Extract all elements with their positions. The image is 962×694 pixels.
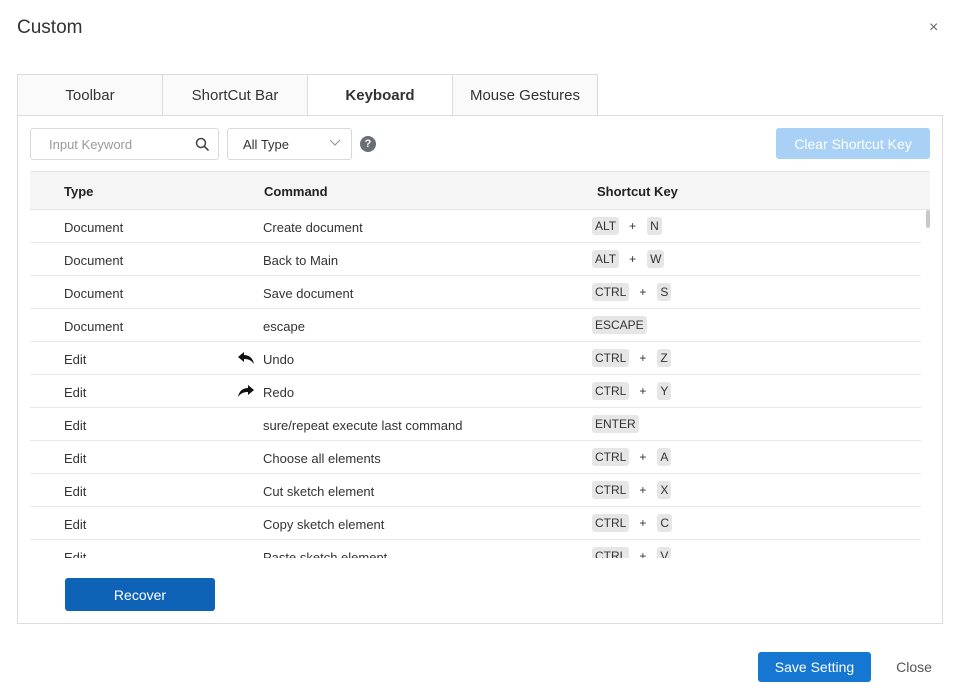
key-badge: CTRL bbox=[592, 349, 630, 367]
shortcut-keys[interactable]: CTRL + S bbox=[592, 282, 672, 302]
key-badge: CTRL bbox=[592, 547, 630, 558]
table-row[interactable]: Document Create document ALT + N bbox=[30, 210, 921, 243]
recover-button[interactable]: Recover bbox=[65, 578, 215, 611]
key-badge: Y bbox=[657, 382, 672, 400]
header-type: Type bbox=[64, 184, 94, 199]
search-box bbox=[30, 128, 219, 160]
key-badge: CTRL bbox=[592, 382, 630, 400]
plus-separator: + bbox=[639, 483, 647, 497]
key-badge: S bbox=[657, 283, 672, 301]
table-row[interactable]: Edit sure/repeat execute last command ENTE… bbox=[30, 408, 921, 441]
row-type: Edit bbox=[64, 517, 87, 532]
key-badge: C bbox=[657, 514, 673, 532]
plus-separator: + bbox=[639, 351, 647, 365]
shortcut-keys[interactable]: CTRL + X bbox=[592, 480, 672, 500]
row-type: Document bbox=[64, 319, 124, 334]
header-shortcut: Shortcut Key bbox=[597, 184, 678, 199]
row-command: Back to Main bbox=[263, 253, 339, 268]
type-select[interactable]: All Type bbox=[227, 128, 352, 160]
key-badge: CTRL bbox=[592, 481, 630, 499]
search-input[interactable] bbox=[31, 129, 209, 159]
key-badge: X bbox=[657, 481, 672, 499]
plus-separator: + bbox=[639, 384, 647, 398]
plus-separator: + bbox=[629, 219, 637, 233]
row-command: Save document bbox=[263, 286, 354, 301]
row-command: Paste sketch element bbox=[263, 550, 388, 558]
header-command: Command bbox=[264, 184, 328, 199]
tab-shortcut-bar[interactable]: ShortCut Bar bbox=[162, 74, 308, 115]
type-select-value: All Type bbox=[243, 137, 290, 152]
plus-separator: + bbox=[639, 549, 647, 558]
shortcut-keys[interactable]: CTRL + A bbox=[592, 447, 672, 467]
tab-toolbar[interactable]: Toolbar bbox=[17, 74, 163, 115]
search-icon[interactable] bbox=[195, 137, 209, 151]
row-command: Choose all elements bbox=[263, 451, 381, 466]
row-command: Cut sketch element bbox=[263, 484, 375, 499]
chevron-down-icon bbox=[329, 139, 341, 146]
key-badge: ALT bbox=[592, 217, 620, 235]
table-row[interactable]: Edit Choose all elements CTRL + A bbox=[30, 441, 921, 474]
row-type: Edit bbox=[64, 418, 87, 433]
dialog-title: Custom bbox=[17, 17, 83, 38]
table-row[interactable]: Edit Undo CTRL + Z bbox=[30, 342, 921, 375]
table-row[interactable]: Edit Copy sketch element CTRL + C bbox=[30, 507, 921, 540]
row-type: Document bbox=[64, 220, 124, 235]
shortcut-keys[interactable]: ALT + N bbox=[592, 216, 662, 236]
row-type: Edit bbox=[64, 550, 87, 558]
row-command: escape bbox=[263, 319, 305, 334]
close-button[interactable]: Close bbox=[884, 652, 944, 682]
table-row[interactable]: Document escape ESCAPE bbox=[30, 309, 921, 342]
key-badge: CTRL bbox=[592, 283, 630, 301]
key-badge: N bbox=[647, 217, 662, 235]
key-badge: V bbox=[657, 547, 672, 558]
row-command: Undo bbox=[263, 352, 295, 367]
tab-keyboard[interactable]: Keyboard bbox=[307, 74, 453, 116]
row-type: Edit bbox=[64, 484, 87, 499]
help-icon[interactable]: ? bbox=[360, 136, 376, 152]
row-command: Create document bbox=[263, 220, 363, 235]
shortcut-keys[interactable]: ALT + W bbox=[592, 249, 665, 269]
plus-separator: + bbox=[629, 252, 637, 266]
key-badge: CTRL bbox=[592, 448, 630, 466]
row-command: Redo bbox=[263, 385, 295, 400]
table-body[interactable]: Document Create document ALT + N Document Back… bbox=[30, 210, 921, 558]
close-icon[interactable]: × bbox=[929, 18, 938, 38]
key-badge: ESCAPE bbox=[592, 316, 647, 334]
shortcut-keys[interactable]: CTRL + Y bbox=[592, 381, 672, 401]
key-badge: Z bbox=[657, 349, 671, 367]
tab-mouse-gestures[interactable]: Mouse Gestures bbox=[452, 74, 598, 115]
row-command: Copy sketch element bbox=[263, 517, 385, 532]
row-type: Edit bbox=[64, 451, 87, 466]
shortcut-keys[interactable]: CTRL + C bbox=[592, 513, 673, 533]
table-row[interactable]: Document Back to Main ALT + W bbox=[30, 243, 921, 276]
save-setting-button[interactable]: Save Setting bbox=[758, 652, 871, 682]
clear-shortcut-key-button[interactable]: Clear Shortcut Key bbox=[776, 128, 930, 159]
shortcut-keys[interactable]: ESCAPE bbox=[592, 315, 647, 335]
undo-arrow-icon bbox=[237, 351, 255, 365]
plus-separator: + bbox=[639, 516, 647, 530]
table-row[interactable]: Edit Paste sketch element CTRL + V bbox=[30, 540, 921, 558]
row-type: Document bbox=[64, 286, 124, 301]
plus-separator: + bbox=[639, 285, 647, 299]
plus-separator: + bbox=[639, 450, 647, 464]
table-row[interactable]: Document Save document CTRL + S bbox=[30, 276, 921, 309]
scrollbar-thumb[interactable] bbox=[926, 210, 930, 228]
shortcut-keys[interactable]: CTRL + V bbox=[592, 546, 672, 558]
key-badge: ENTER bbox=[592, 415, 639, 433]
table-header: Type Command Shortcut Key bbox=[30, 171, 930, 210]
row-type: Edit bbox=[64, 385, 87, 400]
row-type: Document bbox=[64, 253, 124, 268]
redo-arrow-icon bbox=[237, 384, 255, 398]
table-row[interactable]: Edit Cut sketch element CTRL + X bbox=[30, 474, 921, 507]
key-badge: ALT bbox=[592, 250, 620, 268]
row-command: sure/repeat execute last command bbox=[263, 418, 463, 433]
key-badge: A bbox=[657, 448, 672, 466]
row-type: Edit bbox=[64, 352, 87, 367]
custom-dialog: Custom × Toolbar ShortCut Bar Keyboard M… bbox=[0, 0, 962, 694]
shortcut-keys[interactable]: ENTER bbox=[592, 414, 639, 434]
shortcut-keys[interactable]: CTRL + Z bbox=[592, 348, 671, 368]
key-badge: W bbox=[647, 250, 665, 268]
key-badge: CTRL bbox=[592, 514, 630, 532]
table-row[interactable]: Edit Redo CTRL + Y bbox=[30, 375, 921, 408]
